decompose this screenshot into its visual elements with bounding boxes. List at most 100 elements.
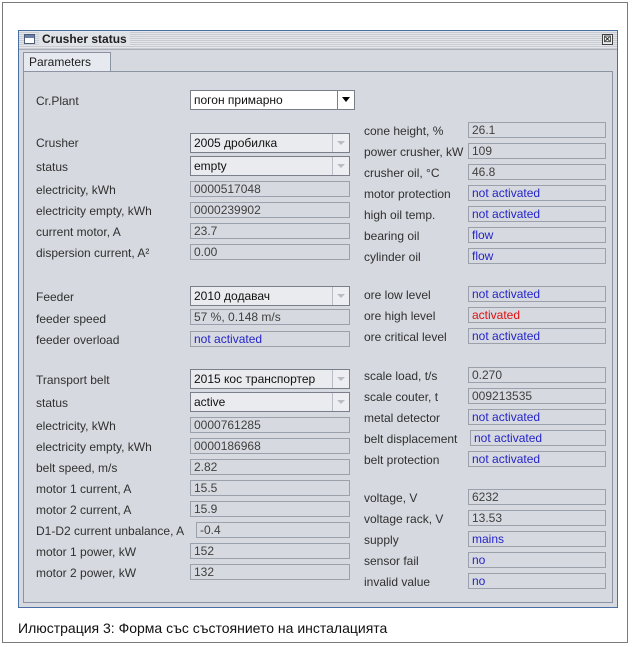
plant-label: Cr.Plant xyxy=(36,94,79,108)
power-crusher-label: power crusher, kW xyxy=(364,145,464,159)
scale-load-field: 0.270 xyxy=(468,367,606,383)
crusher-select-value: 2005 дробилка xyxy=(194,136,278,150)
belt-protection-field: not activated xyxy=(468,451,606,467)
belt-electricity-label: electricity, kWh xyxy=(36,419,116,433)
bearing-oil-field: flow xyxy=(468,227,606,243)
crusher-electricity-empty-field: 0000239902 xyxy=(190,202,350,218)
ore-critical-field: not activated xyxy=(468,328,606,344)
chevron-down-icon[interactable] xyxy=(332,134,349,152)
belt-protection-label: belt protection xyxy=(364,453,440,467)
crusher-electricity-empty-label: electricity empty, kWh xyxy=(36,204,152,218)
invalid-value-label: invalid value xyxy=(364,575,431,589)
crusher-oil-field: 46.8 xyxy=(468,164,606,180)
cone-height-label: cone height, % xyxy=(364,124,444,138)
crusher-electricity-field: 0000517048 xyxy=(190,181,350,197)
chevron-down-icon[interactable] xyxy=(337,91,354,109)
belt-displacement-label: belt displacement xyxy=(364,432,458,446)
current-motor-label: current motor, A xyxy=(36,225,121,239)
scale-load-label: scale load, t/s xyxy=(364,369,438,383)
feeder-label: Feeder xyxy=(36,290,75,304)
plant-select[interactable]: погон примарно xyxy=(190,90,355,110)
belt-displacement-field: not activated xyxy=(470,430,606,446)
belt-speed-label: belt speed, m/s xyxy=(36,461,118,475)
sensor-fail-field: no xyxy=(468,552,606,568)
scale-counter-field: 009213535 xyxy=(468,388,606,404)
motor2-power-field: 132 xyxy=(190,564,350,580)
crusher-label: Crusher xyxy=(36,136,79,150)
belt-label: Transport belt xyxy=(36,373,110,387)
motor1-power-label: motor 1 power, kW xyxy=(36,545,137,559)
motor2-power-label: motor 2 power, kW xyxy=(36,566,137,580)
ore-low-field: not activated xyxy=(468,286,606,302)
belt-electricity-field: 0000761285 xyxy=(190,417,350,433)
parameters-panel: Cr.Plant погон примарно Crusher 2005 дро… xyxy=(23,71,613,603)
feeder-overload-label: feeder overload xyxy=(36,333,120,347)
motor1-current-field: 15.5 xyxy=(190,480,350,496)
tab-parameters[interactable]: Parameters xyxy=(23,52,111,71)
crusher-status-select[interactable]: empty xyxy=(190,156,350,176)
chevron-down-icon[interactable] xyxy=(332,393,349,411)
cone-height-field: 26.1 xyxy=(468,122,606,138)
metal-detector-label: metal detector xyxy=(364,411,441,425)
belt-status-select[interactable]: active xyxy=(190,392,350,412)
belt-status-label: status xyxy=(36,396,69,410)
ore-critical-label: ore critical level xyxy=(364,330,447,344)
voltage-label: voltage, V xyxy=(364,491,418,505)
supply-label: supply xyxy=(364,533,399,547)
motor1-power-field: 152 xyxy=(190,543,350,559)
high-oil-temp-field: not activated xyxy=(468,206,606,222)
dispersion-current-label: dispersion current, A² xyxy=(36,246,150,260)
voltage-rack-label: voltage rack, V xyxy=(364,512,444,526)
sensor-fail-label: sensor fail xyxy=(364,554,419,568)
ore-low-label: ore low level xyxy=(364,288,431,302)
bearing-oil-label: bearing oil xyxy=(364,229,420,243)
cylinder-oil-field: flow xyxy=(468,248,606,264)
feeder-select-value: 2010 додавач xyxy=(194,289,271,303)
title-bar[interactable]: Crusher status ⊠ xyxy=(19,31,617,50)
dispersion-current-field: 0.00 xyxy=(190,244,350,260)
motor1-current-label: motor 1 current, A xyxy=(36,482,132,496)
crusher-status-window: Crusher status ⊠ Parameters Cr.Plant пог… xyxy=(18,30,618,608)
voltage-rack-field: 13.53 xyxy=(468,510,606,526)
belt-electricity-empty-field: 0000186968 xyxy=(190,438,350,454)
power-crusher-field: 109 xyxy=(468,143,606,159)
motor2-current-label: motor 2 current, A xyxy=(36,503,132,517)
ore-high-field: activated xyxy=(468,307,606,323)
motor2-current-field: 15.9 xyxy=(190,501,350,517)
belt-speed-field: 2.82 xyxy=(190,459,350,475)
current-motor-field: 23.7 xyxy=(190,223,350,239)
belt-electricity-empty-label: electricity empty, kWh xyxy=(36,440,152,454)
ore-high-label: ore high level xyxy=(364,309,436,323)
unbalance-label: D1-D2 current unbalance, A xyxy=(36,524,185,538)
crusher-status-label: status xyxy=(36,160,69,174)
cylinder-oil-label: cylinder oil xyxy=(364,250,421,264)
close-icon[interactable]: ⊠ xyxy=(602,34,613,45)
crusher-status-select-value: empty xyxy=(194,159,227,173)
unbalance-field: -0.4 xyxy=(196,522,350,538)
high-oil-temp-label: high oil temp. xyxy=(364,208,436,222)
belt-select-value: 2015 кос транспортер xyxy=(194,372,316,386)
window-title: Crusher status xyxy=(39,32,130,46)
belt-status-select-value: active xyxy=(194,395,226,409)
motor-protection-field: not activated xyxy=(468,185,606,201)
figure-caption: Илюстрация 3: Форма със състоянието на и… xyxy=(18,620,388,636)
crusher-oil-label: crusher oil, °C xyxy=(364,166,440,180)
metal-detector-field: not activated xyxy=(468,409,606,425)
invalid-value-field: no xyxy=(468,573,606,589)
feeder-speed-field: 57 %, 0.148 m/s xyxy=(190,309,350,325)
chevron-down-icon[interactable] xyxy=(332,287,349,305)
feeder-select[interactable]: 2010 додавач xyxy=(190,286,350,306)
feeder-speed-label: feeder speed xyxy=(36,312,107,326)
supply-field: mains xyxy=(468,531,606,547)
plant-select-value: погон примарно xyxy=(194,93,283,107)
scale-counter-label: scale couter, t xyxy=(364,390,439,404)
belt-select[interactable]: 2015 кос транспортер xyxy=(190,369,350,389)
chevron-down-icon[interactable] xyxy=(332,370,349,388)
feeder-overload-field: not activated xyxy=(190,331,350,347)
crusher-select[interactable]: 2005 дробилка xyxy=(190,133,350,153)
crusher-electricity-label: electricity, kWh xyxy=(36,183,116,197)
chevron-down-icon[interactable] xyxy=(332,157,349,175)
motor-protection-label: motor protection xyxy=(364,187,451,201)
voltage-field: 6232 xyxy=(468,489,606,505)
window-icon xyxy=(24,34,35,44)
